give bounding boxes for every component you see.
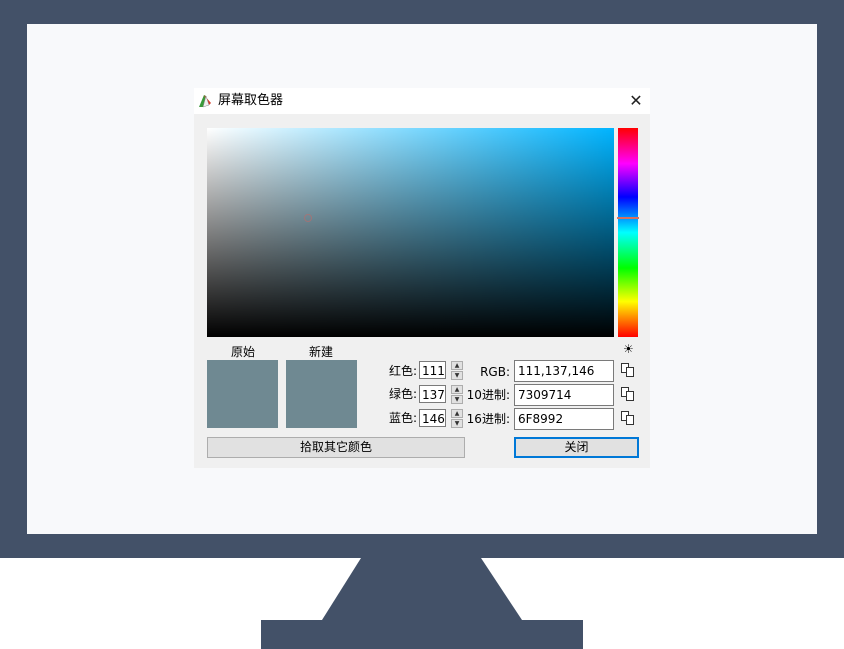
red-label: 红色: [388,364,417,378]
copy-hex-icon[interactable] [621,411,635,425]
original-label: 原始 [231,345,256,359]
color-picker-dialog: 屏幕取色器 ✕ ☀ 原始 新建 红色: 111 ▲ ▼ 绿色: 137 ▲ ▼ … [194,88,650,468]
monitor-stand-base [261,620,583,649]
close-icon[interactable]: ✕ [626,91,646,111]
saturation-value-field[interactable] [207,128,614,337]
blue-label: 蓝色: [388,411,417,425]
red-input[interactable]: 111 [419,361,446,379]
original-swatch [207,360,278,428]
hex-label: 16进制: [466,412,510,426]
color-picker-icon [199,95,211,108]
sv-marker[interactable] [304,214,312,222]
hex-field[interactable]: 6F8992 [514,408,614,430]
close-button[interactable]: 关闭 [514,437,639,458]
monitor-stand-neck [322,558,522,620]
rgb-field[interactable]: 111,137,146 [514,360,614,382]
green-label: 绿色: [388,387,417,401]
decimal-field[interactable]: 7309714 [514,384,614,406]
brightness-icon[interactable]: ☀ [623,342,634,356]
rgb-label: RGB: [480,365,510,379]
decimal-label: 10进制: [466,388,510,402]
new-swatch [286,360,357,428]
copy-decimal-icon[interactable] [621,387,635,401]
green-input[interactable]: 137 [419,385,446,403]
hue-marker[interactable] [617,217,639,219]
pick-other-color-button[interactable]: 拾取其它颜色 [207,437,465,458]
blue-input[interactable]: 146 [419,409,446,427]
new-label: 新建 [309,345,334,359]
hue-slider[interactable] [617,128,639,337]
copy-rgb-icon[interactable] [621,363,635,377]
dialog-titlebar[interactable]: 屏幕取色器 ✕ [194,88,650,114]
dialog-title: 屏幕取色器 [218,93,284,108]
